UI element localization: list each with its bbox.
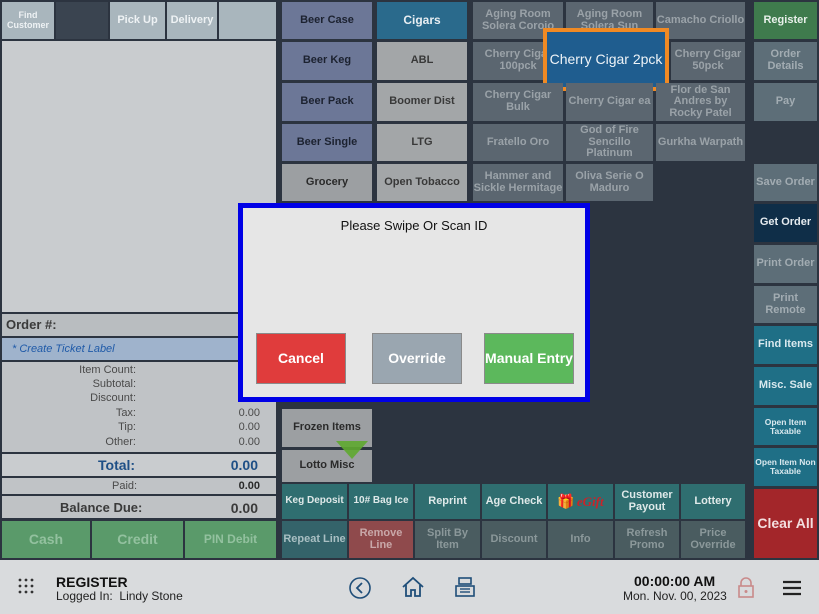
order-type-tab-4[interactable] — [219, 2, 276, 39]
item-flor-de-san-andres[interactable]: Flor de San Andres by Rocky Patel — [656, 83, 745, 121]
other-value: 0.00 — [238, 436, 260, 448]
keg-deposit-button[interactable]: Keg Deposit — [282, 484, 347, 519]
category-open-tobacco[interactable]: Open Tobacco — [377, 164, 467, 201]
item-cherry-cigar-bulk[interactable]: Cherry Cigar Bulk — [473, 83, 563, 121]
scan-id-dialog: Please Swipe Or Scan ID Cancel Override … — [238, 203, 590, 402]
item-fratello-oro[interactable]: Fratello Oro — [473, 124, 563, 161]
pick-up-tab[interactable]: Pick Up — [110, 2, 165, 39]
home-icon[interactable] — [401, 576, 425, 598]
cash-register-icon[interactable] — [454, 576, 476, 598]
lock-icon[interactable] — [737, 577, 755, 599]
total-value: 0.00 — [230, 457, 258, 473]
manual-entry-button[interactable]: Manual Entry — [484, 333, 574, 384]
open-item-taxable-button[interactable]: Open Item Taxable — [754, 408, 817, 445]
customer-payout-button[interactable]: Customer Payout — [615, 484, 679, 519]
find-items-button[interactable]: Find Items — [754, 326, 817, 364]
save-order-button[interactable]: Save Order — [754, 164, 817, 201]
pin-debit-button[interactable]: PIN Debit — [185, 521, 276, 558]
clock-date: Mon. Nov. 00, 2023 — [623, 589, 727, 603]
clock-time: 00:00:00 AM — [634, 573, 716, 589]
cash-button[interactable]: Cash — [2, 521, 90, 558]
reprint-button[interactable]: Reprint — [415, 484, 480, 519]
register-button[interactable]: Register — [754, 2, 817, 39]
dialog-message: Please Swipe Or Scan ID — [340, 218, 488, 233]
menu-icon[interactable] — [782, 579, 802, 597]
lottery-button[interactable]: Lottery — [681, 484, 745, 519]
credit-button[interactable]: Credit — [92, 521, 183, 558]
age-check-button[interactable]: Age Check — [482, 484, 546, 519]
refresh-promo-button[interactable]: Refresh Promo — [615, 521, 679, 558]
price-override-button[interactable]: Price Override — [681, 521, 745, 558]
scroll-down-icon[interactable] — [336, 441, 368, 459]
order-number-label: Order #: — [6, 317, 57, 332]
delivery-tab[interactable]: Delivery — [167, 2, 217, 39]
discount-label: Discount: — [90, 392, 136, 404]
open-item-non-taxable-button[interactable]: Open Item Non Taxable — [754, 448, 817, 486]
item-god-of-fire[interactable]: God of Fire Sencillo Platinum — [566, 124, 653, 161]
screen-title: REGISTER — [56, 574, 128, 590]
item-gurkha-warpath[interactable]: Gurkha Warpath — [656, 124, 745, 161]
category-beer-keg[interactable]: Beer Keg — [282, 42, 372, 80]
find-customer-tab[interactable]: Find Customer — [2, 2, 54, 39]
clear-all-button[interactable]: Clear All — [754, 489, 817, 558]
logged-in-info: Logged In: Lindy Stone — [56, 589, 183, 603]
pay-button[interactable]: Pay — [754, 83, 817, 121]
discount-button[interactable]: Discount — [482, 521, 546, 558]
print-order-button[interactable]: Print Order — [754, 245, 817, 283]
item-cherry-cigar-50pck[interactable]: Cherry Cigar 50pck — [671, 42, 745, 80]
split-by-item-button[interactable]: Split By Item — [415, 521, 480, 558]
category-beer-pack[interactable]: Beer Pack — [282, 83, 372, 121]
back-icon[interactable] — [349, 577, 371, 599]
category-ltg[interactable]: LTG — [377, 124, 467, 161]
tip-value: 0.00 — [238, 421, 260, 433]
subtotal-label: Subtotal: — [92, 378, 136, 390]
item-cherry-cigar-2pck[interactable]: Cherry Cigar 2pck — [543, 28, 669, 91]
info-button[interactable]: Info — [548, 521, 613, 558]
balance-due-row: Balance Due: 0.00 — [2, 496, 276, 518]
paid-row: Paid: 0.00 — [2, 478, 276, 494]
gift-icon: 🎁 — [557, 493, 575, 510]
tax-value: 0.00 — [238, 407, 260, 419]
total-row: Total: 0.00 — [2, 454, 276, 476]
repeat-line-button[interactable]: Repeat Line — [282, 521, 347, 558]
totals-panel — [2, 362, 276, 452]
tip-label: Tip: — [118, 421, 136, 433]
logged-in-label: Logged In: — [56, 589, 113, 603]
balance-due-label: Balance Due: — [60, 500, 143, 515]
override-button[interactable]: Override — [372, 333, 462, 384]
category-beer-case[interactable]: Beer Case — [282, 2, 372, 39]
item-oliva-serie-o[interactable]: Oliva Serie O Maduro — [566, 164, 653, 201]
bag-ice-button[interactable]: 10# Bag Ice — [349, 484, 413, 519]
user-name: Lindy Stone — [119, 589, 183, 603]
egift-label: eGift — [576, 493, 604, 509]
order-items-area — [2, 41, 276, 312]
create-ticket-label-link[interactable]: * Create Ticket Label — [2, 338, 276, 360]
egift-button[interactable]: 🎁 eGift — [548, 484, 613, 519]
category-grocery[interactable]: Grocery — [282, 164, 372, 201]
paid-label: Paid: — [112, 480, 138, 492]
category-abl[interactable]: ABL — [377, 42, 467, 80]
remove-line-button[interactable]: Remove Line — [349, 521, 413, 558]
paid-value: 0.00 — [238, 480, 260, 492]
cancel-button[interactable]: Cancel — [256, 333, 346, 384]
print-remote-button[interactable]: Print Remote — [754, 286, 817, 323]
item-count-label: Item Count: — [79, 364, 136, 376]
tab-gap — [56, 2, 108, 39]
order-header: Order #: — [2, 314, 276, 336]
ticket-label-text: * Create Ticket Label — [12, 343, 115, 355]
total-label: Total: — [98, 457, 136, 473]
item-cherry-cigar-ea[interactable]: Cherry Cigar ea — [566, 83, 653, 121]
get-order-button[interactable]: Get Order — [754, 204, 817, 242]
category-cigars[interactable]: Cigars — [377, 2, 467, 39]
item-hammer-and-sickle[interactable]: Hammer and Sickle Hermitage — [473, 164, 563, 201]
order-details-button[interactable]: Order Details — [754, 42, 817, 80]
category-beer-single[interactable]: Beer Single — [282, 124, 372, 161]
apps-grid-icon[interactable] — [18, 578, 34, 594]
misc-sale-button[interactable]: Misc. Sale — [754, 367, 817, 405]
category-boomer-dist[interactable]: Boomer Dist — [377, 83, 467, 121]
tax-label: Tax: — [115, 407, 136, 419]
item-camacho-criollo[interactable]: Camacho Criollo — [656, 2, 745, 39]
other-label: Other: — [105, 436, 136, 448]
balance-due-value: 0.00 — [230, 500, 258, 516]
